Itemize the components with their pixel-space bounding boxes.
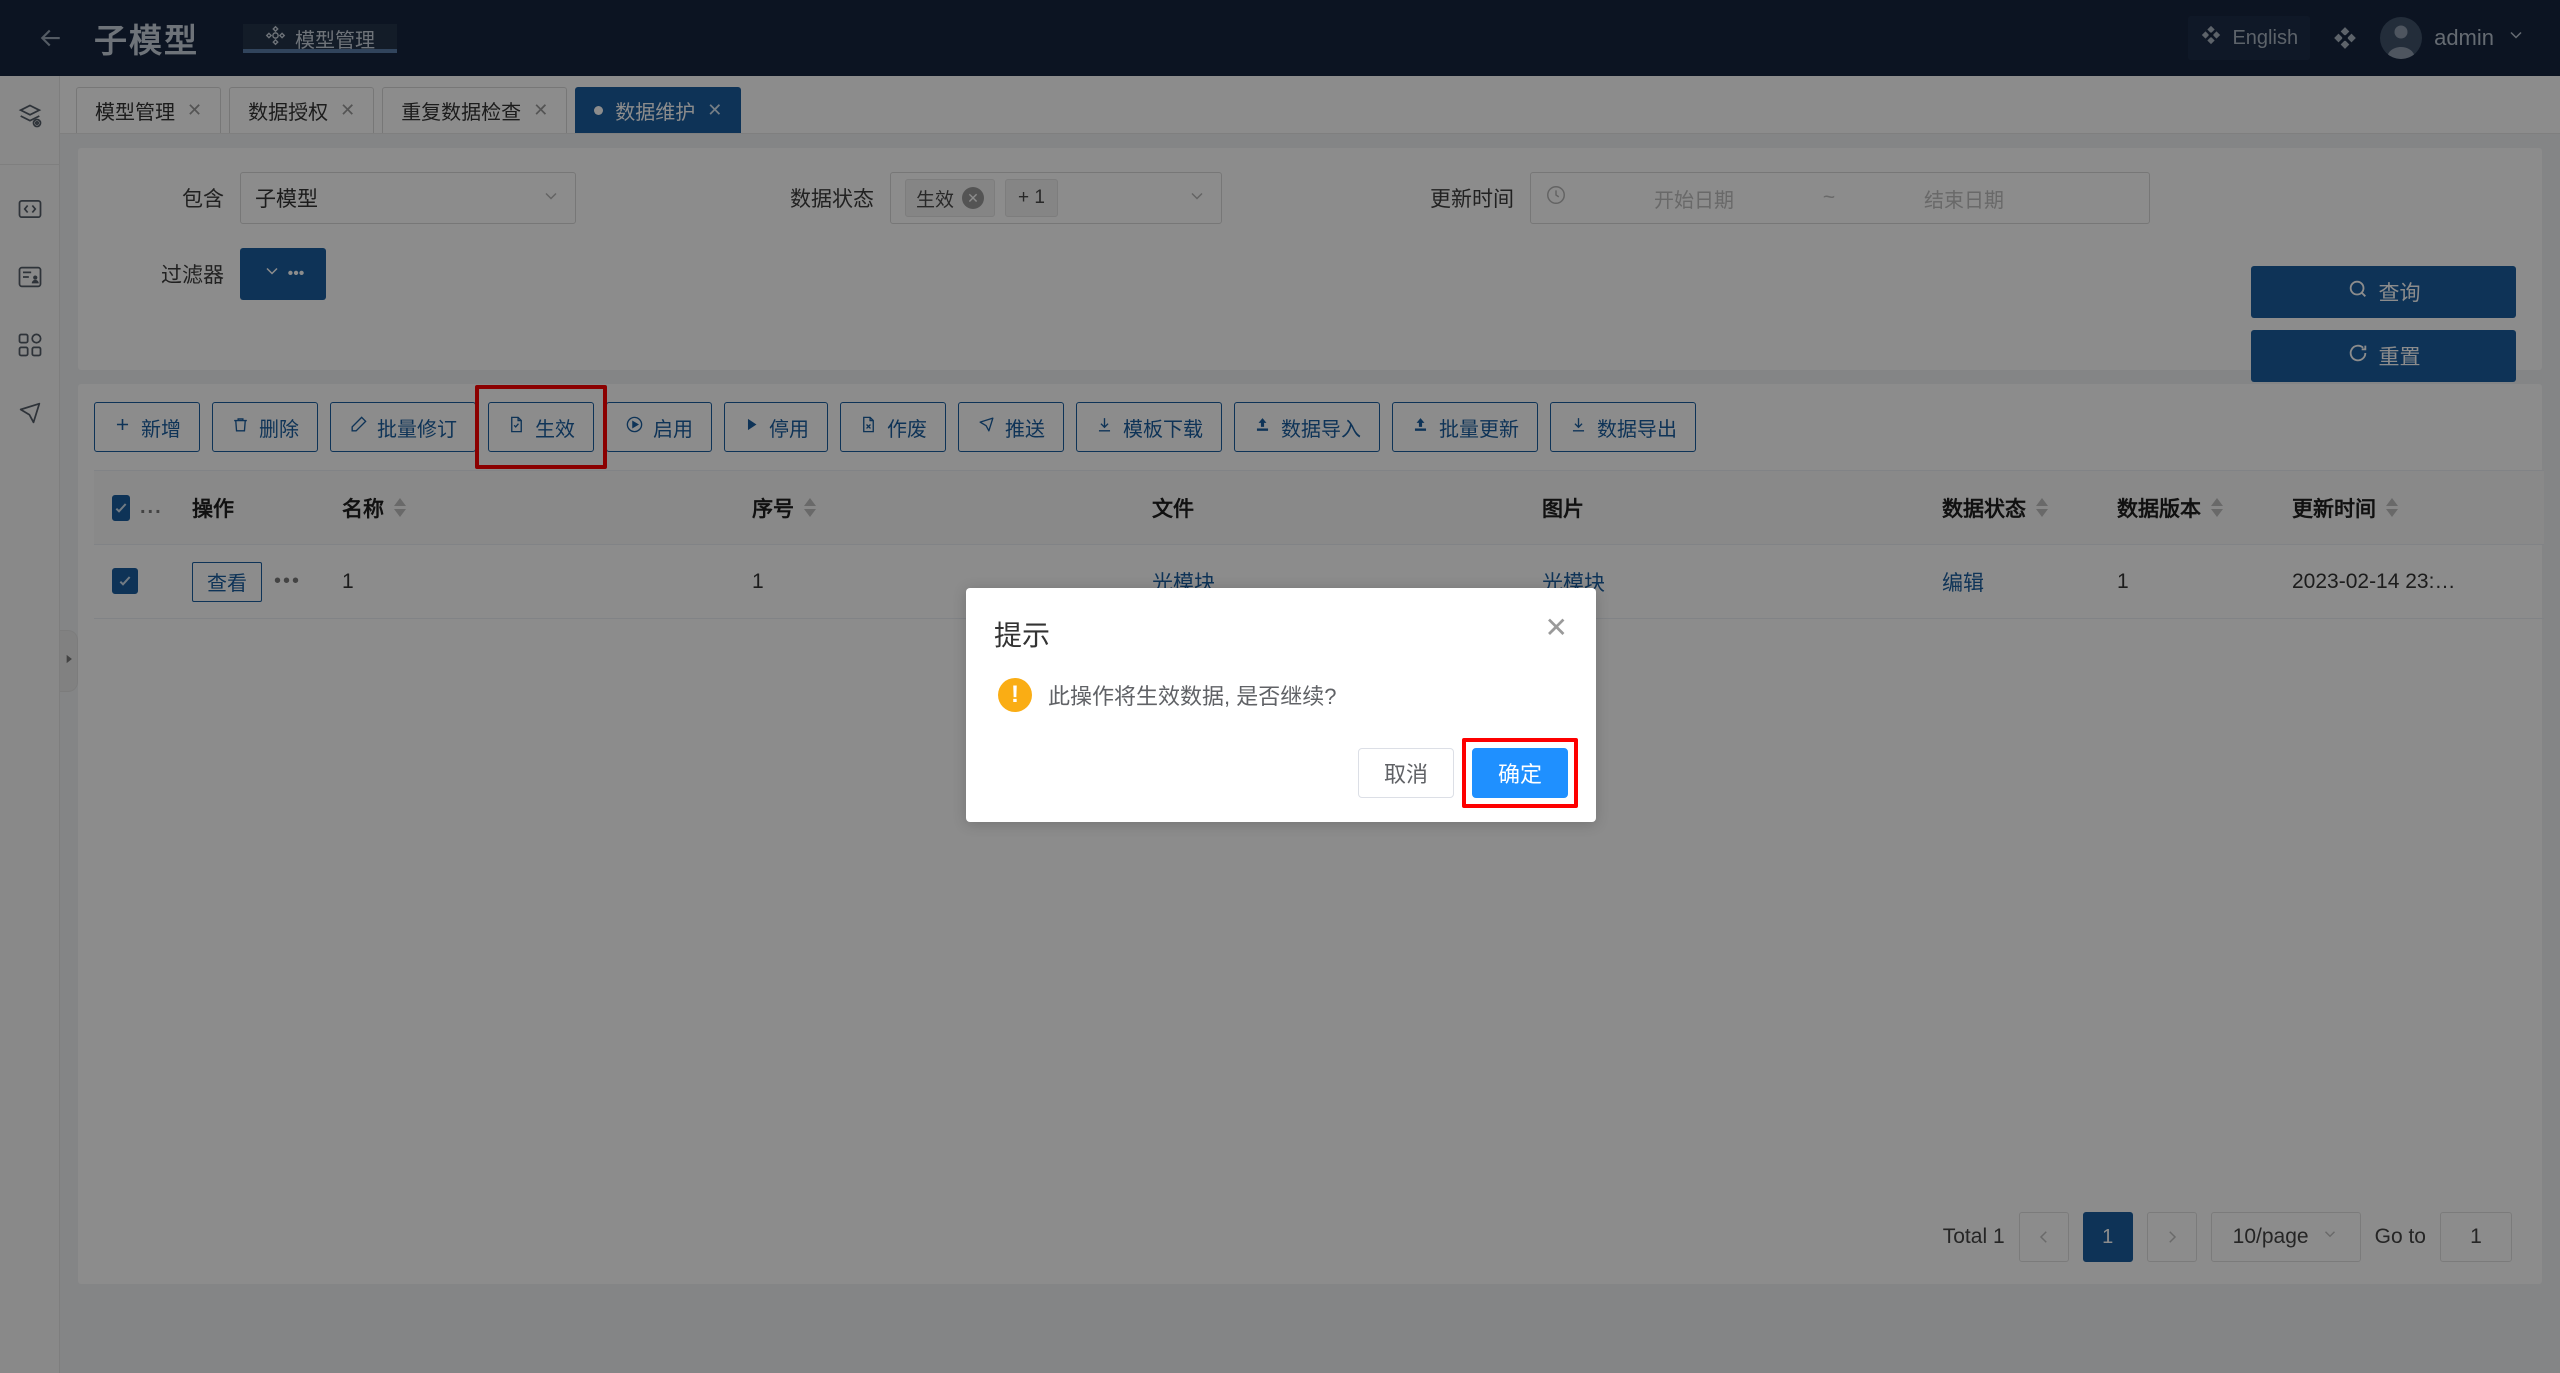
dialog-cancel-button[interactable]: 取消 [1358,748,1454,798]
dialog-confirm-wrapper: 确定 [1462,738,1578,808]
app-root: 子模型 模型管理 English admin 模型管理 ✕ 数据授权 ✕ 重复数… [0,0,2560,1373]
dialog-body: ! 此操作将生效数据, 是否继续? [994,678,1568,712]
dialog-title: 提示 [994,620,1051,651]
confirm-dialog: 提示 ✕ ! 此操作将生效数据, 是否继续? 取消 确定 [966,588,1596,822]
dialog-confirm-button[interactable]: 确定 [1472,748,1568,798]
dialog-message: 此操作将生效数据, 是否继续? [1048,684,1337,709]
warning-icon: ! [998,678,1032,712]
close-icon[interactable]: ✕ [1545,614,1568,642]
dialog-footer: 取消 确定 [994,738,1578,808]
dialog-header: 提示 ✕ [994,614,1568,654]
